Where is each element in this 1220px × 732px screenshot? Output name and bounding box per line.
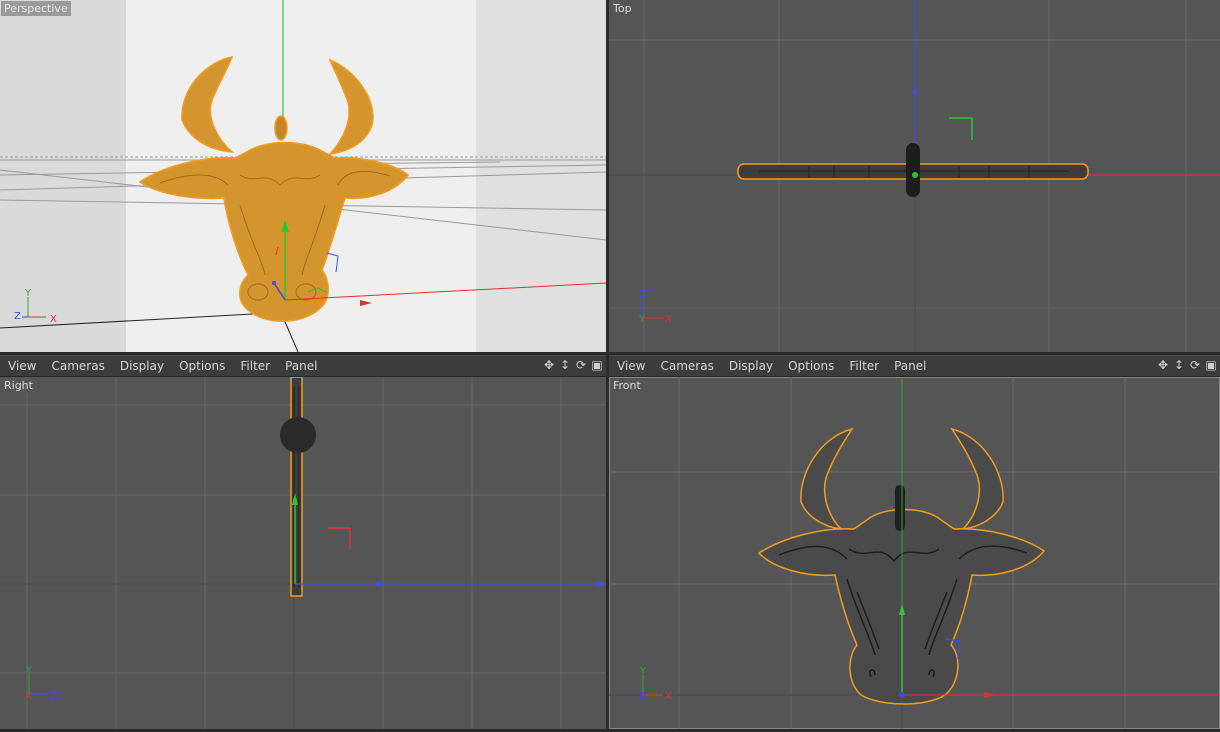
menu-filter[interactable]: Filter	[240, 359, 270, 373]
perspective-viewport[interactable]: Y X Z Perspective	[0, 0, 606, 352]
viewport-label-perspective[interactable]: Perspective	[1, 1, 71, 16]
perspective-scene: Y X Z	[0, 0, 606, 352]
menu-view[interactable]: View	[617, 359, 645, 373]
front-scene: Y X Z	[609, 377, 1220, 729]
right-viewport[interactable]: Y Z X Right	[0, 377, 606, 729]
menu-options[interactable]: Options	[788, 359, 834, 373]
rotate-icon[interactable]: ⟳	[574, 358, 588, 372]
top-viewport[interactable]: Z Y X Top	[609, 0, 1220, 352]
front-viewport[interactable]: Y X Z Front	[609, 377, 1220, 729]
menu-cameras[interactable]: Cameras	[51, 359, 104, 373]
top-scene: Z Y X	[609, 0, 1220, 352]
maximize-icon[interactable]: ▣	[1204, 358, 1218, 372]
gizmo-x-label: X	[50, 314, 57, 325]
pan-icon[interactable]: ↕	[1172, 358, 1186, 372]
right-scene: Y Z X	[0, 377, 606, 729]
viewport-label-front[interactable]: Front	[610, 378, 644, 393]
viewport-label-top[interactable]: Top	[610, 1, 635, 16]
gizmo-x-label: X	[665, 691, 672, 702]
gizmo-z-label: Z	[640, 289, 647, 300]
viewport-label-right[interactable]: Right	[1, 378, 36, 393]
gizmo-z-label: Z	[14, 311, 21, 322]
menu-panel[interactable]: Panel	[894, 359, 926, 373]
gizmo-z-label: Z	[50, 691, 57, 702]
gizmo-x-label: X	[665, 314, 672, 325]
menu-filter[interactable]: Filter	[849, 359, 879, 373]
right-viewport-menubar: View Cameras Display Options Filter Pane…	[0, 355, 606, 377]
gizmo-y-label: Y	[24, 288, 32, 299]
menu-display[interactable]: Display	[729, 359, 773, 373]
front-viewport-menubar: View Cameras Display Options Filter Pane…	[609, 355, 1220, 377]
move-view-icon[interactable]: ✥	[542, 358, 556, 372]
menu-options[interactable]: Options	[179, 359, 225, 373]
menu-panel[interactable]: Panel	[285, 359, 317, 373]
maximize-icon[interactable]: ▣	[590, 358, 604, 372]
menu-cameras[interactable]: Cameras	[660, 359, 713, 373]
gizmo-x-label: X	[25, 691, 32, 702]
menu-display[interactable]: Display	[120, 359, 164, 373]
gizmo-y-label: Y	[25, 665, 33, 676]
object-side-outline	[290, 377, 303, 597]
gizmo-y-label: Y	[638, 314, 646, 325]
gizmo-y-label: Y	[639, 666, 647, 677]
gizmo-z-label: Z	[638, 691, 645, 702]
rotate-icon[interactable]: ⟳	[1188, 358, 1202, 372]
menu-view[interactable]: View	[8, 359, 36, 373]
pan-icon[interactable]: ↕	[558, 358, 572, 372]
move-view-icon[interactable]: ✥	[1156, 358, 1170, 372]
